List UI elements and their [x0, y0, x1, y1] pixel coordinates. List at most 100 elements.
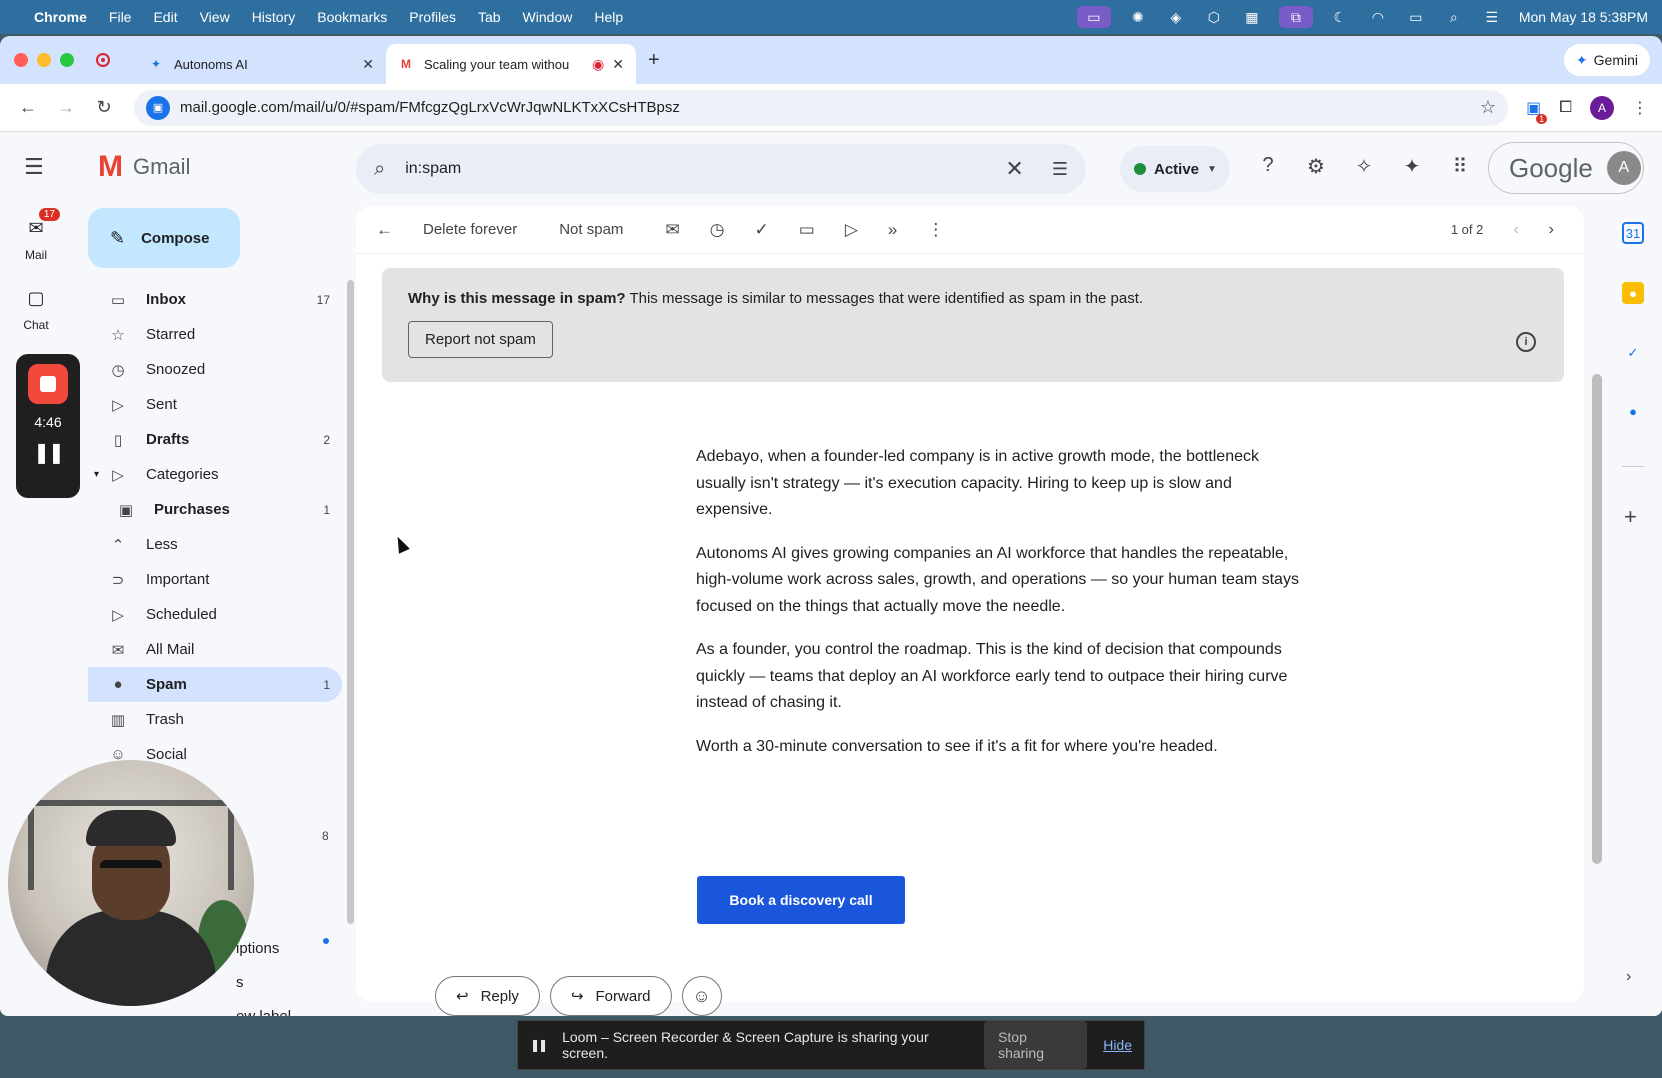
- forward-icon[interactable]: →: [52, 97, 80, 118]
- menu-view[interactable]: View: [200, 9, 230, 25]
- mark-unread-icon[interactable]: ✉: [665, 220, 679, 240]
- gemini-sparkle-icon[interactable]: ✦: [1400, 154, 1424, 179]
- filter-messages-icon[interactable]: »: [888, 220, 897, 240]
- nav-all-mail[interactable]: ✉ All Mail: [88, 632, 342, 667]
- close-window-icon[interactable]: [14, 53, 28, 67]
- more-menu-icon[interactable]: ⋮: [1632, 98, 1648, 118]
- menu-window[interactable]: Window: [523, 9, 573, 25]
- menu-app-name[interactable]: Chrome: [34, 9, 87, 25]
- bookmark-star-icon[interactable]: ☆: [1480, 97, 1496, 118]
- back-icon[interactable]: ←: [14, 97, 42, 118]
- profile-avatar[interactable]: A: [1590, 95, 1614, 120]
- nav-categories[interactable]: ▾ ▷ Categories: [88, 457, 342, 492]
- rail-chat[interactable]: ▢ Chat: [8, 282, 64, 333]
- sparkle-icon[interactable]: ✺: [1127, 8, 1149, 26]
- gmail-logo[interactable]: M Gmail: [98, 150, 190, 184]
- settings-gear-icon[interactable]: ⚙: [1304, 154, 1328, 179]
- report-not-spam-button[interactable]: Report not spam: [408, 321, 553, 358]
- loom-stop-button[interactable]: [28, 364, 68, 404]
- nav-spam[interactable]: ● Spam 1: [88, 667, 342, 702]
- menubar-datetime[interactable]: Mon May 18 5:38PM: [1519, 9, 1648, 25]
- search-input[interactable]: in:spam: [405, 160, 1005, 178]
- show-side-panel-chevron-icon[interactable]: ›: [1626, 968, 1631, 986]
- menu-profiles[interactable]: Profiles: [409, 9, 456, 25]
- window-icon[interactable]: ⧉: [1278, 6, 1313, 28]
- menu-help[interactable]: Help: [594, 9, 623, 25]
- contacts-icon[interactable]: ●: [1622, 400, 1644, 422]
- close-tab-icon[interactable]: ✕: [362, 56, 374, 73]
- minimize-window-icon[interactable]: [37, 53, 51, 67]
- more-options-icon[interactable]: ⋮: [927, 220, 944, 240]
- mail-search-bar[interactable]: ⌕ in:spam ✕ ☰: [356, 144, 1086, 194]
- gemini-button[interactable]: ✦ Gemini: [1563, 44, 1650, 76]
- emoji-reaction-button[interactable]: ☺: [681, 976, 722, 1016]
- close-tab-icon[interactable]: ✕: [612, 56, 624, 73]
- main-menu-icon[interactable]: ☰: [24, 154, 44, 180]
- label-icon[interactable]: ▷: [845, 220, 858, 240]
- nav-starred[interactable]: ☆ Starred: [88, 317, 342, 352]
- omnibox[interactable]: ▣ mail.google.com/mail/u/0/#spam/FMfcgzQ…: [134, 89, 1509, 126]
- delete-forever-button[interactable]: Delete forever: [423, 221, 517, 238]
- menu-history[interactable]: History: [252, 9, 296, 25]
- grid-app-icon[interactable]: ▦: [1241, 8, 1263, 26]
- rail-mail[interactable]: ✉ 17 Mail: [8, 208, 64, 262]
- url-text[interactable]: mail.google.com/mail/u/0/#spam/FMfcgzQgL…: [180, 99, 680, 116]
- nav-snoozed[interactable]: ◷ Snoozed: [88, 352, 342, 387]
- spotlight-search-icon[interactable]: ⌕: [1443, 8, 1465, 26]
- wifi-icon[interactable]: ◠: [1367, 8, 1389, 26]
- get-addons-plus-icon[interactable]: +: [1624, 504, 1637, 530]
- nav-less[interactable]: ⌃ Less: [88, 527, 342, 562]
- keep-icon[interactable]: ●: [1622, 282, 1644, 304]
- not-spam-button[interactable]: Not spam: [559, 221, 623, 238]
- cube-icon[interactable]: ⬡: [1203, 8, 1225, 26]
- newer-chevron-icon[interactable]: ‹: [1513, 221, 1518, 239]
- nav-label-partial[interactable]: s: [236, 966, 291, 1000]
- extension-icon[interactable]: ▣ 1: [1526, 98, 1548, 124]
- forward-button[interactable]: ↪ Forward: [549, 976, 672, 1016]
- move-to-icon[interactable]: ▭: [799, 220, 815, 240]
- apps-grid-icon[interactable]: ⠿: [1448, 154, 1472, 179]
- status-selector[interactable]: Active ▼: [1120, 146, 1230, 192]
- message-scrollbar[interactable]: [1592, 374, 1602, 864]
- nav-inbox[interactable]: ▭ Inbox 17: [88, 282, 342, 317]
- reply-button[interactable]: ↩ Reply: [435, 976, 540, 1016]
- search-icon[interactable]: ⌕: [374, 158, 385, 181]
- nav-sent[interactable]: ▷ Sent: [88, 387, 342, 422]
- nav-purchases[interactable]: ▣ Purchases 1: [88, 492, 342, 527]
- tasks-icon[interactable]: ✓: [1622, 342, 1644, 364]
- search-options-icon[interactable]: ☰: [1052, 159, 1068, 180]
- app-status-icon[interactable]: ◈: [1165, 8, 1187, 26]
- sidebar-scrollbar[interactable]: [347, 280, 354, 924]
- screen-share-icon[interactable]: ▭: [1076, 6, 1111, 28]
- gemini-feature-icon[interactable]: ✧: [1352, 154, 1376, 179]
- puzzle-extensions-icon[interactable]: ⧠: [1559, 99, 1572, 117]
- reload-icon[interactable]: ↻: [90, 97, 118, 118]
- help-icon[interactable]: ?: [1256, 154, 1280, 179]
- control-center-icon[interactable]: ☰: [1481, 8, 1503, 26]
- site-info-icon[interactable]: ▣: [146, 95, 170, 120]
- clear-search-icon[interactable]: ✕: [1005, 156, 1023, 182]
- moon-icon[interactable]: ☾: [1329, 8, 1351, 26]
- tab-gmail[interactable]: M Scaling your team withou ◉ ✕: [386, 44, 636, 84]
- stop-sharing-button[interactable]: Stop sharing: [984, 1021, 1088, 1069]
- back-to-list-icon[interactable]: ←: [376, 220, 393, 240]
- calendar-icon[interactable]: 31: [1622, 222, 1644, 244]
- book-discovery-call-button[interactable]: Book a discovery call: [697, 876, 905, 924]
- webcam-bubble[interactable]: [8, 760, 254, 1006]
- loom-pause-icon[interactable]: ❚❚: [33, 440, 64, 465]
- nav-important[interactable]: ⊃ Important: [88, 562, 342, 597]
- tab-autonoms[interactable]: ✦ Autonoms AI ✕: [136, 44, 386, 84]
- zoom-window-icon[interactable]: [60, 53, 74, 67]
- add-task-icon[interactable]: ✓: [755, 220, 769, 240]
- nav-scheduled[interactable]: ▷ Scheduled: [88, 597, 342, 632]
- snooze-icon[interactable]: ◷: [710, 220, 725, 240]
- older-chevron-icon[interactable]: ›: [1549, 221, 1554, 239]
- info-icon[interactable]: i: [1516, 332, 1536, 352]
- battery-icon[interactable]: ▭: [1405, 8, 1427, 26]
- new-tab-icon[interactable]: +: [648, 49, 660, 72]
- nav-label-partial[interactable]: ew label: [236, 1000, 291, 1016]
- menu-edit[interactable]: Edit: [153, 9, 177, 25]
- nav-drafts[interactable]: ▯ Drafts 2: [88, 422, 342, 457]
- nav-trash[interactable]: ▥ Trash: [88, 702, 342, 737]
- compose-button[interactable]: ✎ Compose: [88, 208, 240, 268]
